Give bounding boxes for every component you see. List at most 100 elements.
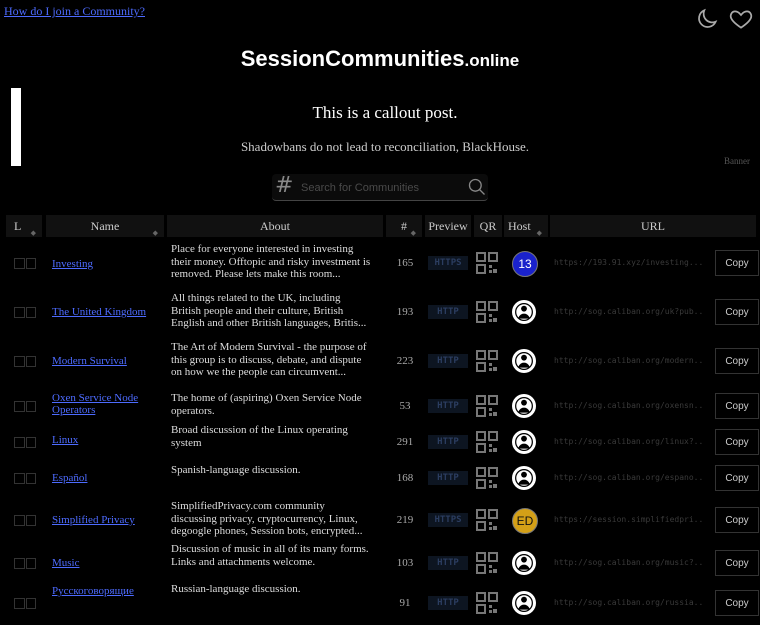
user-count: 219 bbox=[396, 514, 414, 526]
community-name-link[interactable]: The United Kingdom bbox=[52, 306, 162, 318]
col-qr: QR bbox=[474, 215, 502, 237]
language-flags bbox=[14, 558, 36, 569]
flag-icon bbox=[14, 558, 25, 569]
community-about: Spanish-language discussion. bbox=[171, 464, 301, 476]
qr-code-icon[interactable] bbox=[476, 592, 498, 614]
qr-code-icon[interactable] bbox=[476, 509, 498, 531]
flag-icon bbox=[25, 515, 36, 526]
flag-icon bbox=[25, 558, 36, 569]
community-name-link[interactable]: Oxen Service Node Operators bbox=[52, 392, 162, 416]
flag-icon bbox=[25, 356, 36, 367]
join-help-link[interactable]: How do I join a Community? bbox=[4, 4, 145, 19]
community-url: http://sog.caliban.org/russia... bbox=[554, 598, 704, 607]
community-name-link[interactable]: Modern Survival bbox=[52, 355, 162, 367]
copy-button[interactable]: Copy bbox=[715, 299, 759, 325]
community-about: The home of (aspiring) Oxen Service Node… bbox=[171, 392, 362, 417]
community-name-link[interactable]: Music bbox=[52, 557, 162, 569]
community-url: http://sog.caliban.org/uk?pub... bbox=[554, 307, 704, 316]
preview-link[interactable]: HTTP bbox=[428, 435, 468, 449]
user-count: 53 bbox=[399, 400, 411, 412]
col-name-label: Name bbox=[90, 219, 120, 233]
user-count: 193 bbox=[396, 306, 414, 318]
preview-link[interactable]: HTTP bbox=[428, 556, 468, 570]
host-avatar[interactable] bbox=[512, 394, 536, 418]
flag-icon bbox=[14, 437, 25, 448]
session-host-icon bbox=[515, 433, 533, 451]
copy-button[interactable]: Copy bbox=[715, 590, 759, 616]
preview-link[interactable]: HTTP bbox=[428, 471, 468, 485]
community-name-link[interactable]: Investing bbox=[52, 258, 162, 270]
col-url: URL bbox=[550, 215, 756, 237]
search-icon[interactable] bbox=[467, 177, 487, 197]
language-flags bbox=[14, 356, 36, 367]
session-host-icon bbox=[515, 352, 533, 370]
language-flags bbox=[14, 515, 36, 526]
copy-button[interactable]: Copy bbox=[715, 465, 759, 491]
hash-icon: # bbox=[275, 173, 294, 198]
qr-code-icon[interactable] bbox=[476, 350, 498, 372]
table-row: Investing Place for everyone interested i… bbox=[4, 241, 760, 285]
copy-button[interactable]: Copy bbox=[715, 250, 759, 276]
copy-button[interactable]: Copy bbox=[715, 507, 759, 533]
heart-icon[interactable] bbox=[728, 6, 754, 32]
host-avatar[interactable]: 13 bbox=[512, 251, 538, 277]
col-preview: Preview bbox=[425, 215, 471, 237]
flag-icon bbox=[25, 437, 36, 448]
preview-link[interactable]: HTTP bbox=[428, 399, 468, 413]
search-input[interactable] bbox=[299, 178, 463, 198]
language-flags bbox=[14, 401, 36, 412]
preview-link[interactable]: HTTP bbox=[428, 354, 468, 368]
host-avatar[interactable] bbox=[512, 551, 536, 575]
host-avatar-text: 13 bbox=[518, 257, 532, 271]
site-title-main: SessionCommunities bbox=[240, 46, 465, 71]
qr-code-icon[interactable] bbox=[476, 395, 498, 417]
host-avatar[interactable]: ED bbox=[512, 508, 538, 534]
preview-link[interactable]: HTTPS bbox=[428, 513, 468, 527]
qr-code-icon[interactable] bbox=[476, 552, 498, 574]
qr-code-icon[interactable] bbox=[476, 252, 498, 274]
community-name-link[interactable]: Simplified Privacy bbox=[52, 514, 162, 526]
flag-icon bbox=[14, 356, 25, 367]
copy-button[interactable]: Copy bbox=[715, 550, 759, 576]
host-avatar[interactable] bbox=[512, 591, 536, 615]
copy-button[interactable]: Copy bbox=[715, 429, 759, 455]
community-about: Russian-language discussion. bbox=[171, 583, 301, 595]
col-qr-label: QR bbox=[479, 219, 497, 233]
col-lang[interactable]: L ◆ bbox=[6, 215, 42, 237]
community-name-link[interactable]: Español bbox=[52, 472, 162, 484]
table-row: Music Discussion of music in all of its m… bbox=[4, 541, 760, 585]
col-host[interactable]: Host ◆ bbox=[504, 215, 548, 237]
community-about: Place for everyone interested in investi… bbox=[171, 243, 371, 280]
host-avatar[interactable] bbox=[512, 430, 536, 454]
user-count: 291 bbox=[396, 436, 414, 448]
col-name[interactable]: Name ◆ bbox=[46, 215, 164, 237]
community-url: https://193.91.xyz/investing... bbox=[554, 258, 704, 267]
flag-icon bbox=[14, 258, 25, 269]
table-row: Русскоговорящие Russian-language discussi… bbox=[4, 581, 760, 625]
community-name-link[interactable]: Русскоговорящие bbox=[52, 585, 162, 597]
copy-button[interactable]: Copy bbox=[715, 393, 759, 419]
preview-link[interactable]: HTTP bbox=[428, 596, 468, 610]
qr-code-icon[interactable] bbox=[476, 467, 498, 489]
community-about: Discussion of music in all of its many f… bbox=[171, 543, 369, 568]
table-row: The United Kingdom All things related to … bbox=[4, 290, 760, 334]
qr-code-icon[interactable] bbox=[476, 431, 498, 453]
callout-text: Shadowbans do not lead to reconciliation… bbox=[240, 139, 530, 154]
host-avatar[interactable] bbox=[512, 300, 536, 324]
preview-link[interactable]: HTTP bbox=[428, 305, 468, 319]
community-name-link[interactable]: Linux bbox=[52, 434, 162, 446]
flag-icon bbox=[25, 401, 36, 412]
col-users[interactable]: # ◆ bbox=[386, 215, 422, 237]
preview-link[interactable]: HTTPS bbox=[428, 256, 468, 270]
qr-code-icon[interactable] bbox=[476, 301, 498, 323]
language-flags bbox=[14, 437, 36, 448]
host-avatar[interactable] bbox=[512, 349, 536, 373]
copy-button[interactable]: Copy bbox=[715, 348, 759, 374]
user-count: 103 bbox=[396, 557, 414, 569]
col-about[interactable]: About bbox=[167, 215, 383, 237]
user-count: 165 bbox=[396, 257, 414, 269]
host-avatar[interactable] bbox=[512, 466, 536, 490]
moon-icon[interactable] bbox=[694, 6, 720, 32]
banner-label: Banner bbox=[724, 156, 750, 166]
table-row: Simplified Privacy SimplifiedPrivacy.com … bbox=[4, 498, 760, 542]
